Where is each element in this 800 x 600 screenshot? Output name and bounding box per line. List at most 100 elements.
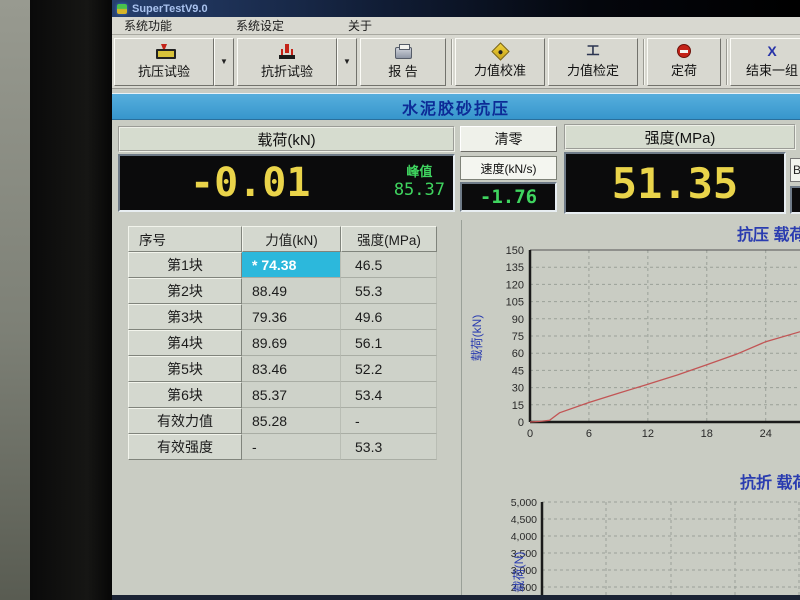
row-force-value[interactable]: 83.46 [242, 356, 341, 382]
report-printer-icon [395, 47, 412, 59]
monitor-bezel-bottom [112, 595, 800, 600]
toolbar-button-0[interactable]: 抗压试验 [114, 38, 214, 86]
table-row-1[interactable]: 第2块88.4955.3 [128, 278, 437, 304]
menu-item-1[interactable]: 系统设定 [228, 16, 292, 35]
table-row-7[interactable]: 有效强度-53.3 [128, 434, 437, 460]
clear-button-label: 清零 [495, 129, 523, 149]
svg-text:60: 60 [512, 348, 524, 360]
strength-header-label: 强度(MPa) [645, 127, 716, 148]
svg-text:4,500: 4,500 [511, 514, 537, 526]
row-label: 第1块 [128, 252, 242, 278]
row-strength-value: 55.3 [341, 278, 437, 304]
partial-edge-display [790, 186, 800, 214]
svg-text:75: 75 [512, 331, 524, 343]
svg-text:90: 90 [512, 314, 524, 326]
row-label: 第5块 [128, 356, 242, 382]
load-header: 载荷(kN) [118, 126, 455, 152]
row-force-value[interactable]: 85.28 [242, 408, 341, 434]
row-force-value[interactable]: 79.36 [242, 304, 341, 330]
toolbar-separator [726, 39, 728, 85]
flexural-load-chart: 抗折 载荷5,0004,5004,0003,5003,0002,500载荷(N) [465, 460, 800, 595]
toolbar-button-5[interactable]: 定荷 [647, 38, 721, 86]
row-strength-value: 46.5 [341, 252, 437, 278]
wall-background [0, 0, 30, 600]
table-header-2: 强度(MPa) [341, 226, 437, 252]
toolbar: 抗压试验 ▼ 抗折试验 ▼ 报 告 力值校准 工力值检定 定荷 X 结束一组 [112, 35, 800, 89]
strength-header: 强度(MPa) [564, 124, 796, 150]
force-verification-icon: 工 [585, 44, 601, 58]
row-force-value[interactable]: * 74.38 [242, 252, 341, 278]
table-row-2[interactable]: 第3块79.3649.6 [128, 304, 437, 330]
row-strength-value: 53.3 [341, 434, 437, 460]
toolbar-button-3[interactable]: 力值校准 [455, 38, 545, 86]
monitor-bezel [30, 0, 112, 600]
load-value: -0.01 [190, 160, 310, 206]
table-header-0: 序号 [128, 226, 242, 252]
row-force-value[interactable]: 85.37 [242, 382, 341, 408]
svg-text:105: 105 [506, 297, 524, 309]
load-display: -0.01 峰值 85.37 [118, 154, 455, 212]
row-force-value[interactable]: 89.69 [242, 330, 341, 356]
toolbar-button-label: 结束一组 [746, 60, 798, 79]
row-label: 第3块 [128, 304, 242, 330]
toolbar-button-6[interactable]: X 结束一组 [730, 38, 800, 86]
row-strength-value: - [341, 408, 437, 434]
table-header-1: 力值(kN) [242, 226, 341, 252]
toolbar-button-label: 抗压试验 [138, 61, 190, 80]
row-force-value[interactable]: 88.49 [242, 278, 341, 304]
toolbar-separator [451, 39, 453, 85]
svg-text:18: 18 [701, 428, 713, 440]
svg-text:4,000: 4,000 [511, 531, 537, 543]
toolbar-dropdown-1[interactable]: ▼ [337, 38, 357, 86]
toolbar-button-2[interactable]: 报 告 [360, 38, 446, 86]
svg-text:24: 24 [760, 428, 772, 440]
toolbar-button-label: 抗折试验 [261, 61, 313, 80]
row-label: 第4块 [128, 330, 242, 356]
row-force-value[interactable]: - [242, 434, 341, 460]
speed-label-text: 速度(kN/s) [481, 160, 537, 177]
row-label: 第6块 [128, 382, 242, 408]
finish-group-icon: X [765, 44, 779, 58]
svg-text:135: 135 [506, 262, 524, 274]
row-strength-value: 52.2 [341, 356, 437, 382]
toolbar-button-label: 定荷 [671, 60, 697, 79]
table-row-6[interactable]: 有效力值85.28- [128, 408, 437, 434]
table-row-0[interactable]: 第1块* 74.3846.5 [128, 252, 437, 278]
svg-text:150: 150 [506, 245, 524, 257]
partial-edge-button-label: B [793, 163, 800, 177]
mode-banner-title: 水泥胶砂抗压 [402, 95, 510, 119]
results-table: 序号力值(kN)强度(MPa)第1块* 74.3846.5第2块88.4955.… [128, 226, 437, 460]
title-bar: SuperTestV9.0 [112, 0, 800, 17]
toolbar-dropdown-0[interactable]: ▼ [214, 38, 234, 86]
force-calibration-icon [491, 42, 509, 60]
svg-text:0: 0 [518, 417, 524, 429]
peak-block: 峰值 85.37 [394, 161, 445, 200]
compression-test-icon [155, 44, 173, 59]
toolbar-button-label: 报 告 [388, 61, 418, 80]
svg-text:5,000: 5,000 [511, 497, 537, 509]
menu-item-0[interactable]: 系统功能 [116, 16, 180, 35]
clear-button[interactable]: 清零 [460, 126, 557, 152]
toolbar-button-1[interactable]: 抗折试验 [237, 38, 337, 86]
app-window: SuperTestV9.0 系统功能系统设定关于 抗压试验▼抗折试验▼报 告力值… [112, 0, 800, 595]
partial-edge-button[interactable]: B [790, 158, 800, 182]
toolbar-button-label: 力值校准 [474, 60, 526, 79]
row-strength-value: 49.6 [341, 304, 437, 330]
strength-value: 51.35 [612, 159, 738, 208]
table-row-4[interactable]: 第5块83.4652.2 [128, 356, 437, 382]
photo-stage: SuperTestV9.0 系统功能系统设定关于 抗压试验▼抗折试验▼报 告力值… [0, 0, 800, 600]
row-label: 有效强度 [128, 434, 242, 460]
compression-load-chart: 抗压 载荷015304560759010512013515006121824载荷… [465, 220, 800, 460]
svg-text:抗折 载荷: 抗折 载荷 [740, 473, 800, 492]
peak-value: 85.37 [394, 180, 445, 200]
menu-item-2[interactable]: 关于 [340, 16, 380, 35]
mode-banner: 水泥胶砂抗压 [112, 93, 800, 120]
app-icon [117, 4, 127, 14]
speed-label: 速度(kN/s) [460, 156, 557, 180]
toolbar-button-4[interactable]: 工力值检定 [548, 38, 638, 86]
svg-text:6: 6 [586, 428, 592, 440]
speed-display: -1.76 [460, 182, 557, 212]
table-row-5[interactable]: 第6块85.3753.4 [128, 382, 437, 408]
main-panel: 载荷(kN) -0.01 峰值 85.37 清零 速度(kN/s) -1.76 … [112, 120, 800, 595]
table-row-3[interactable]: 第4块89.6956.1 [128, 330, 437, 356]
